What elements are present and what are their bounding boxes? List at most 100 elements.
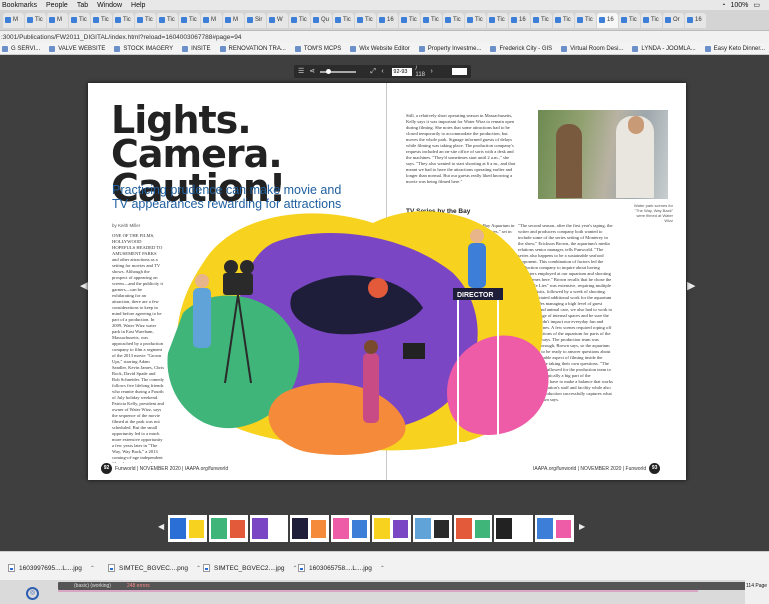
browser-tab[interactable]: M — [201, 12, 222, 28]
bookmark-item[interactable]: LYNDA - JOOMLA... — [632, 45, 696, 52]
browser-tab[interactable]: 16 — [685, 12, 706, 28]
share-icon[interactable]: ⋖ — [309, 68, 315, 75]
thumbs-next-icon[interactable]: ▶ — [579, 522, 585, 531]
browser-tab[interactable]: Sir — [245, 12, 266, 28]
film-set-illustration: DIRECTOR — [167, 211, 549, 455]
left-page-footer: 92 Funworld | NOVEMBER 2020 | IAAPA.org/f… — [98, 463, 228, 474]
battery-icon[interactable]: ▭ — [753, 1, 760, 9]
favicon-icon — [71, 17, 77, 23]
bookmark-item[interactable]: STOCK IMAGERY — [114, 45, 173, 52]
prev-page-small-icon[interactable]: ‹ — [381, 68, 387, 75]
menu-people[interactable]: People — [46, 2, 68, 9]
browser-tab[interactable]: M — [3, 12, 24, 28]
browser-tab[interactable]: Tic — [355, 12, 376, 28]
bookmark-item[interactable]: Property Investme... — [418, 45, 481, 52]
download-item[interactable]: SIMTEC_BGVEC2....jpg ⌃ — [203, 561, 297, 575]
browser-tab[interactable]: Tic — [135, 12, 156, 28]
browser-tab[interactable]: Tic — [333, 12, 354, 28]
search-field[interactable] — [451, 68, 467, 75]
app-logo-icon[interactable]: ◎ — [26, 587, 39, 600]
chevron-up-icon[interactable]: ⌃ — [380, 565, 385, 572]
page-thumbnail[interactable] — [535, 515, 574, 542]
page-thumbnail[interactable] — [331, 515, 370, 542]
menubar-status: ◔ 100% ▭ — [721, 0, 765, 10]
browser-tab[interactable]: M — [223, 12, 244, 28]
bookmark-item[interactable]: Wix Website Editor — [350, 45, 410, 52]
browser-tab[interactable]: Tic — [487, 12, 508, 28]
next-page-arrow-icon[interactable]: ▶ — [687, 279, 695, 292]
browser-tab[interactable]: Tic — [289, 12, 310, 28]
bookmark-favicon-icon — [350, 45, 357, 52]
bookmark-item[interactable]: Easy Keto Dinner... — [704, 45, 765, 52]
menu-help[interactable]: Help — [131, 2, 145, 9]
browser-tab[interactable]: Tic — [113, 12, 134, 28]
browser-tab[interactable]: 16 — [509, 12, 530, 28]
menu-tab[interactable]: Tab — [77, 2, 88, 9]
chevron-up-icon[interactable]: ⌃ — [90, 565, 95, 572]
menu-icon[interactable]: ☰ — [298, 68, 304, 75]
browser-tab[interactable]: Tic — [421, 12, 442, 28]
browser-tab[interactable]: Tic — [179, 12, 200, 28]
tab-label: 16 — [607, 17, 614, 23]
browser-tab[interactable]: Tic — [531, 12, 552, 28]
magazine-spread: Lights. Camera. Caution! Practicing prud… — [88, 83, 686, 480]
bookmark-item[interactable]: RENOVATION TRA... — [219, 45, 286, 52]
zoom-slider-handle[interactable] — [326, 68, 332, 74]
bookmark-favicon-icon — [114, 45, 121, 52]
bookmark-item[interactable]: Frederick City - GIS — [490, 45, 552, 52]
battery-percent[interactable]: 100% — [730, 2, 748, 9]
browser-tab[interactable]: Qu — [311, 12, 332, 28]
browser-tab[interactable]: Tic — [25, 12, 46, 28]
download-item[interactable]: 1603997695....L....jpg ⌃ — [8, 561, 95, 575]
download-item[interactable]: SIMTEC_BGVEC....png ⌃ — [108, 561, 201, 575]
browser-tab[interactable]: Tic — [157, 12, 178, 28]
page-thumbnail[interactable] — [168, 515, 207, 542]
browser-tab[interactable]: Tic — [465, 12, 486, 28]
next-page-small-icon[interactable]: › — [431, 68, 437, 75]
favicon-icon — [533, 17, 539, 23]
tab-label: Tic — [629, 17, 637, 23]
page-number-input[interactable] — [392, 67, 413, 76]
page-thumbnail[interactable] — [412, 515, 452, 542]
chevron-up-icon[interactable]: ⌃ — [196, 565, 201, 572]
page-thumbnail[interactable] — [453, 515, 493, 542]
favicon-icon — [621, 17, 627, 23]
browser-tab[interactable]: Tic — [399, 12, 420, 28]
fullscreen-icon[interactable]: ⤢ — [370, 68, 376, 75]
tab-label: Tic — [167, 17, 175, 23]
menu-bookmarks[interactable]: Bookmarks — [2, 2, 37, 9]
menu-window[interactable]: Window — [97, 2, 122, 9]
chevron-up-icon[interactable]: ⌃ — [292, 565, 297, 572]
url-text[interactable]: :3001/Publications/FW2011_DIGITAL/index.… — [1, 34, 241, 41]
browser-tab[interactable]: Tic — [553, 12, 574, 28]
browser-tab[interactable]: 16 — [377, 12, 398, 28]
favicon-icon — [335, 17, 341, 23]
zoom-slider[interactable] — [320, 68, 357, 74]
bookmark-item[interactable]: G SERVI... — [2, 45, 40, 52]
browser-tab[interactable]: 16 — [597, 12, 618, 28]
browser-tab[interactable]: M — [47, 12, 68, 28]
browser-tab[interactable]: Tic — [619, 12, 640, 28]
bookmark-item[interactable]: VALVE WEBSITE — [49, 45, 105, 52]
browser-tab[interactable]: W — [267, 12, 288, 28]
browser-tab[interactable]: Tic — [69, 12, 90, 28]
page-thumbnail[interactable] — [371, 515, 411, 542]
thumbs-prev-icon[interactable]: ◀ — [158, 522, 164, 531]
download-item[interactable]: 1603065758....L....jpg ⌃ — [298, 561, 385, 575]
status-errors[interactable]: 248 errors — [127, 583, 150, 589]
address-bar[interactable]: :3001/Publications/FW2011_DIGITAL/index.… — [0, 31, 769, 43]
browser-tab[interactable]: Tic — [575, 12, 596, 28]
bookmark-item[interactable]: TOM'S MCPS — [294, 45, 341, 52]
page-thumbnail[interactable] — [494, 515, 534, 542]
page-thumbnail[interactable] — [208, 515, 248, 542]
browser-tab[interactable]: Tic — [443, 12, 464, 28]
page-thumbnail[interactable] — [249, 515, 289, 542]
bookmark-item[interactable]: Virtual Room Desi... — [561, 45, 623, 52]
wifi-icon[interactable]: ◔ — [721, 2, 725, 9]
page-total: / 118 — [415, 65, 425, 78]
browser-tab[interactable]: Tic — [641, 12, 662, 28]
browser-tab[interactable]: Or — [663, 12, 684, 28]
browser-tab[interactable]: Tic — [91, 12, 112, 28]
page-thumbnail[interactable] — [290, 515, 330, 542]
bookmark-item[interactable]: INSITE — [182, 45, 211, 52]
